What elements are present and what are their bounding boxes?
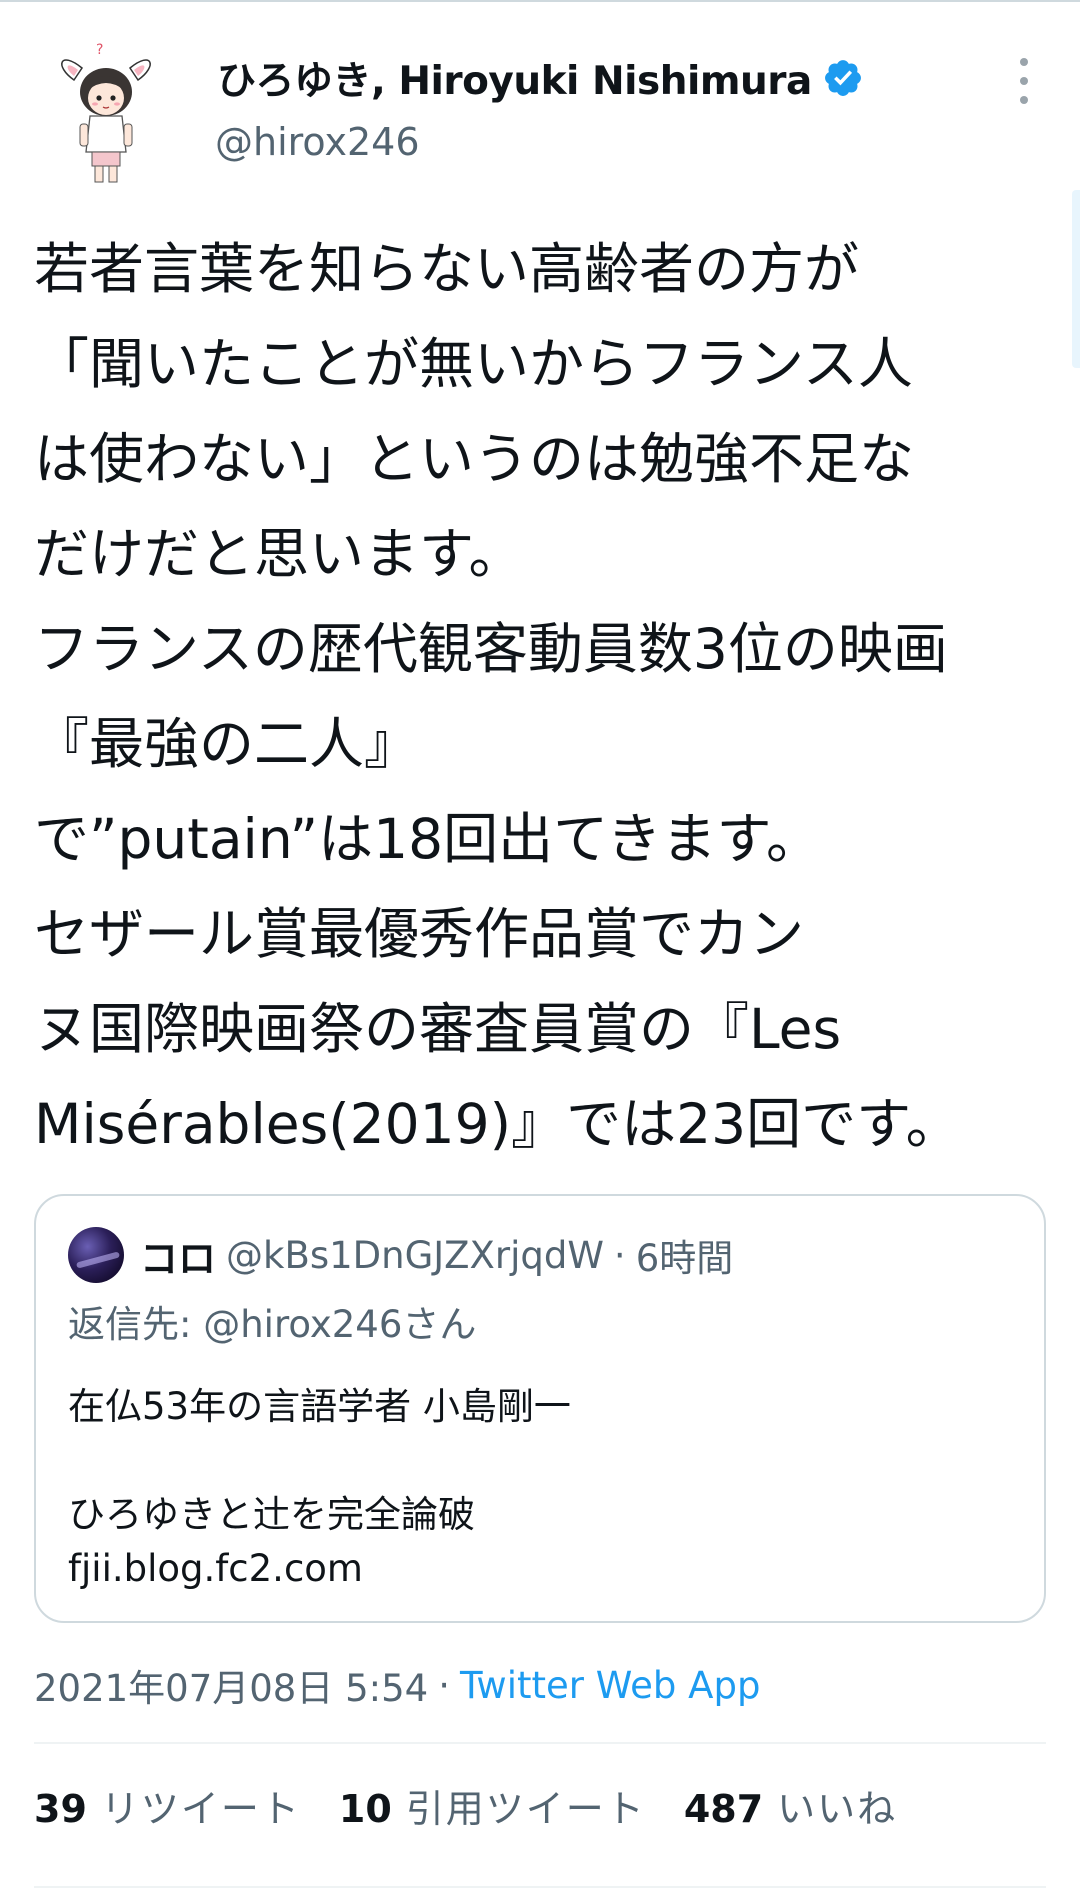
quoted-tweet-time: 6時間 [635, 1237, 734, 1280]
more-dot [1020, 58, 1028, 66]
tweet-timestamp[interactable]: 2021年07月08日 5:54 [34, 1658, 428, 1712]
quoted-tweet-card[interactable]: コロ @kBs1DnGJZXrjqdW · 6時間 返信先: @hirox246… [34, 1194, 1046, 1623]
author-handle[interactable]: @hirox246 [215, 120, 420, 164]
scroll-indicator[interactable] [1072, 190, 1080, 368]
reply-to-label: 返信先: @hirox246さん [68, 1303, 477, 1346]
more-dot [1020, 96, 1028, 104]
divider [34, 1886, 1046, 1888]
like-count: 487 [683, 1786, 764, 1831]
separator-dot: · [613, 1233, 626, 1277]
retweets-stat[interactable]: 39 リツイート [34, 1778, 301, 1833]
retweet-count: 39 [34, 1786, 87, 1831]
display-name-row[interactable]: ひろゆき, Hiroyuki Nishimura [217, 48, 864, 108]
tweet-source-link[interactable]: Twitter Web App [460, 1664, 760, 1707]
divider [34, 1742, 1046, 1744]
more-dot [1020, 77, 1028, 85]
tweet-meta: 2021年07月08日 5:54 · Twitter Web App [34, 1658, 760, 1712]
quoted-author-name: コロ [140, 1236, 217, 1281]
verified-badge-icon [824, 60, 861, 96]
quoted-tweet-header: コロ @kBs1DnGJZXrjqdW · 6時間 [68, 1226, 733, 1284]
author-display-name[interactable]: ひろゆき, Hiroyuki Nishimura [217, 50, 812, 106]
tweet-header: ? ひろゆき, Hiroyuki Nishimura @hirox246 [0, 0, 1080, 200]
quoted-author-avatar [68, 1227, 124, 1283]
quote-tweets-stat[interactable]: 10 引用ツイート [339, 1778, 646, 1833]
tweet-stats: 39 リツイート 10 引用ツイート 487 いいね [34, 1778, 935, 1832]
retweet-label: リツイート [100, 1786, 301, 1831]
tweet-text: 若者言葉を知らない高齢者の方が 「聞いたことが無いからフランス人 は使わない」と… [34, 237, 961, 1156]
quoted-tweet-text: 在仏53年の言語学者 小島剛一 ひろゆきと辻を完全論破 fjii.blog.fc… [68, 1385, 571, 1590]
quoted-author-handle: @kBs1DnGJZXrjqdW [226, 1233, 604, 1277]
author-avatar[interactable]: ? [52, 40, 160, 190]
like-label: いいね [777, 1786, 898, 1831]
quote-tweet-label: 引用ツイート [405, 1786, 646, 1831]
svg-text:?: ? [96, 42, 103, 58]
more-vertical-icon[interactable] [1010, 58, 1038, 104]
separator-dot: · [438, 1663, 450, 1707]
likes-stat[interactable]: 487 いいね [684, 1778, 897, 1833]
quote-tweet-count: 10 [338, 1786, 392, 1831]
